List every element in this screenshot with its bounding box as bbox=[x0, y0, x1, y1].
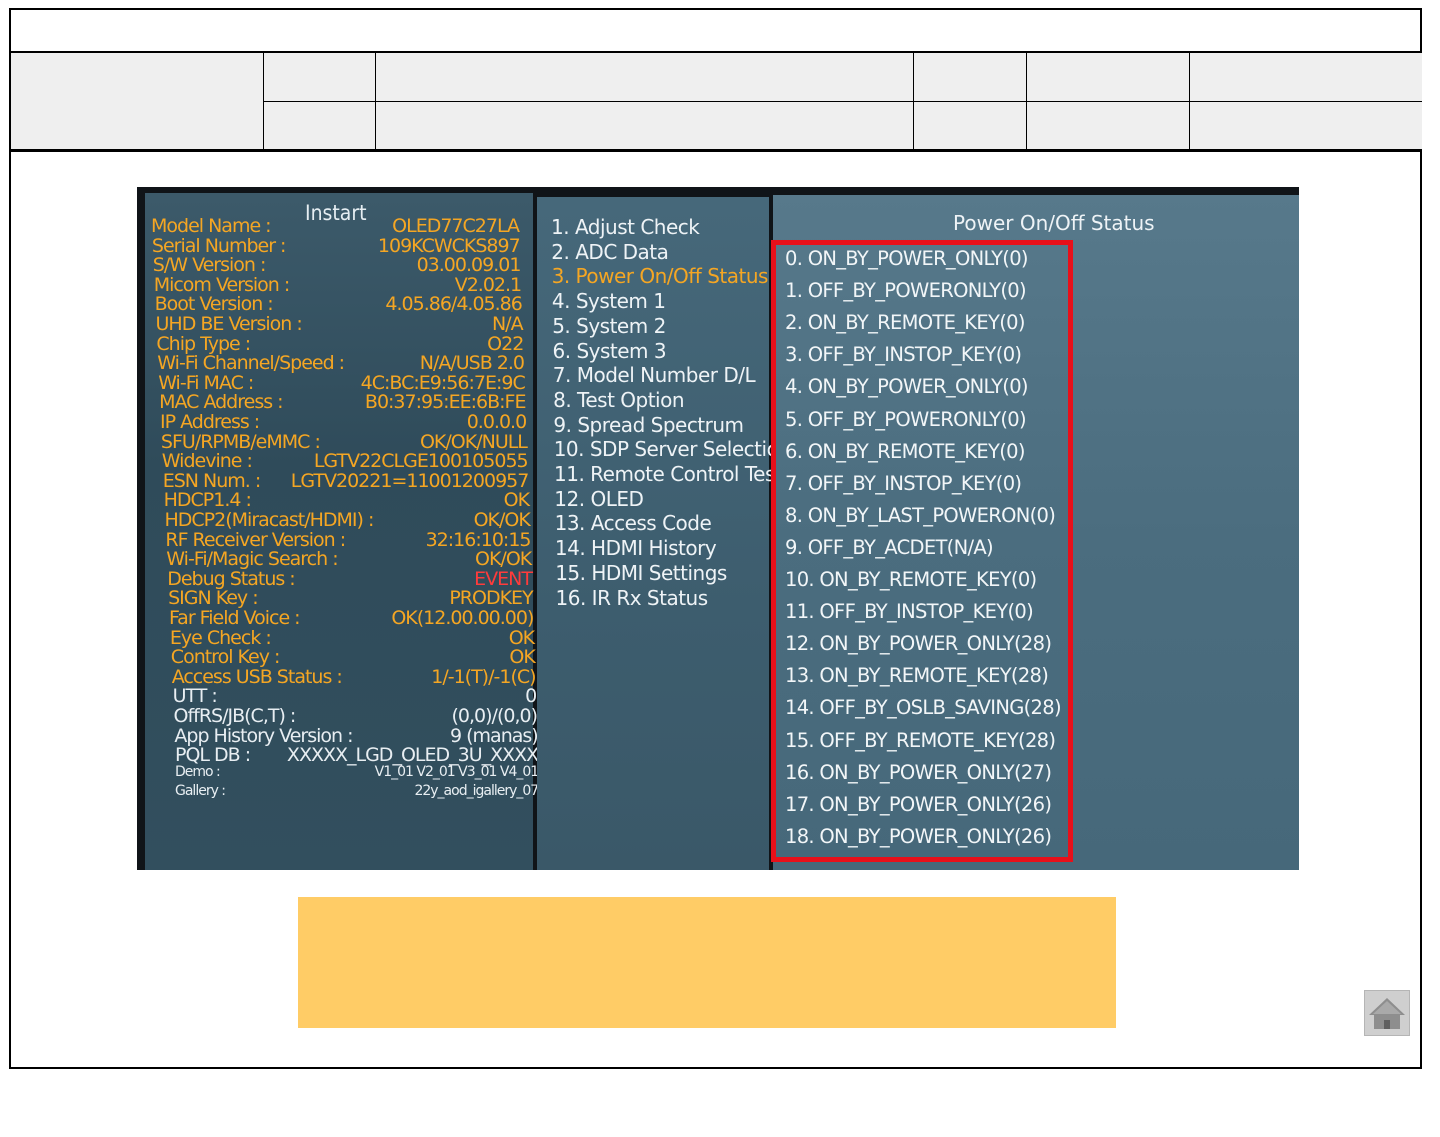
title-bar bbox=[11, 10, 1420, 53]
info-row: HDCP2(Miracast/HDMI) : OK/OK bbox=[165, 509, 531, 531]
info-row: Wi-Fi MAC :4C:BC:E9:56:7E:9C bbox=[158, 372, 526, 394]
menu-item[interactable]: 16. IR Rx Status bbox=[556, 586, 709, 610]
info-row: UHD BE Version : N/A bbox=[156, 313, 524, 335]
home-icon bbox=[1369, 998, 1405, 1029]
info-value: V1_01 V2_01 V3_01 V4_01 bbox=[374, 763, 540, 780]
info-row: Gallery : 22y_aod_igallery_07 bbox=[175, 783, 539, 803]
info-key: Gallery : bbox=[175, 783, 226, 800]
info-row: Model Name : OLED77C27LA bbox=[151, 215, 520, 237]
info-row: Control Key : OK bbox=[171, 646, 536, 668]
menu-item[interactable]: 7. Model Number D/L bbox=[553, 363, 756, 387]
info-row: Wi-Fi/Magic Search : OK/OK bbox=[166, 548, 532, 570]
menu-item[interactable]: 6. System 3 bbox=[553, 339, 667, 363]
info-row: Boot Version :4.05.86/4.05.86 bbox=[155, 293, 523, 315]
info-row: Debug Status : EVENT bbox=[167, 568, 533, 590]
info-key: Demo : bbox=[175, 763, 221, 780]
info-row: Micom Version : V2.02.1 bbox=[154, 274, 522, 296]
info-row: Eye Check : OK bbox=[170, 627, 535, 649]
menu-item[interactable]: 3. Power On/Off Status bbox=[552, 264, 769, 288]
menu-item[interactable]: 2. ADC Data bbox=[551, 240, 669, 264]
info-row: MAC Address : B0:37:95:EE:6B:FE bbox=[159, 391, 526, 413]
tv-screen-photo: Instart Model Name : OLED77C27LA Serial Nu… bbox=[137, 187, 1299, 870]
info-row: RF Receiver Version :32:16:10:15 bbox=[165, 529, 531, 551]
menu-item[interactable]: 15. HDMI Settings bbox=[555, 561, 727, 585]
menu-item[interactable]: 9. Spread Spectrum bbox=[553, 413, 744, 437]
menu-item[interactable]: 4. System 1 bbox=[552, 289, 666, 313]
menu-item[interactable]: 12. OLED bbox=[554, 487, 644, 511]
info-row: Wi-Fi Channel/Speed : N/A/USB 2.0 bbox=[157, 352, 525, 374]
menu-item[interactable]: 5. System 2 bbox=[552, 314, 666, 338]
menu-item[interactable]: 1. Adjust Check bbox=[551, 215, 700, 239]
menu-item[interactable]: 13. Access Code bbox=[555, 511, 712, 535]
menu-pane: 1. Adjust Check 2. ADC Data 3. Power On/Of… bbox=[537, 197, 791, 870]
menu-item[interactable]: 10. SDP Server Selection bbox=[554, 437, 791, 461]
home-button[interactable] bbox=[1364, 990, 1410, 1036]
divider bbox=[263, 101, 1422, 102]
instart-info-pane: Instart Model Name : OLED77C27LA Serial Nu… bbox=[145, 193, 539, 870]
status-title: Power On/Off Status bbox=[953, 211, 1155, 235]
menu-item[interactable]: 8. Test Option bbox=[553, 388, 684, 412]
info-row: SFU/RPMB/eMMC : OK/OK/NULL bbox=[161, 431, 528, 453]
info-row: Access USB Status :1/-1(T)/-1(C) bbox=[172, 666, 537, 688]
info-row: S/W Version :03.00.09.01 bbox=[153, 254, 522, 276]
info-row: IP Address :0.0.0.0 bbox=[160, 411, 527, 433]
info-row: OffRS/JB(C,T) : (0,0)/(0,0) bbox=[174, 705, 539, 727]
menu-item[interactable]: 14. HDMI History bbox=[555, 536, 717, 560]
info-row: ESN Num. : LGTV20221=11001200957 bbox=[163, 470, 530, 492]
info-row: Far Field Voice : OK(12.00.00.00) bbox=[169, 607, 534, 629]
info-row: SIGN Key : PRODKEY bbox=[168, 587, 534, 609]
header-table bbox=[11, 53, 1422, 152]
info-row: Demo : V1_01 V2_01 V3_01 V4_01 bbox=[175, 763, 540, 784]
info-value: 22y_aod_igallery_07 bbox=[414, 783, 539, 800]
info-row: PQL DB : XXXXX_LGD_OLED_3U_XXXX bbox=[175, 744, 539, 766]
info-row: Chip Type : O22 bbox=[156, 333, 524, 355]
note-box bbox=[298, 897, 1116, 1028]
info-row: UTT :0 bbox=[173, 685, 538, 707]
menu-item[interactable]: 11. Remote Control Test bbox=[554, 462, 783, 486]
info-row: Widevine : LGTV22CLGE100105055 bbox=[162, 450, 529, 472]
info-row: HDCP1.4 : OK bbox=[164, 489, 530, 511]
info-row: Serial Number :109KCWCKS897 bbox=[152, 235, 521, 257]
info-row: App History Version :9 (manas) bbox=[174, 725, 538, 747]
highlight-box bbox=[771, 240, 1073, 862]
